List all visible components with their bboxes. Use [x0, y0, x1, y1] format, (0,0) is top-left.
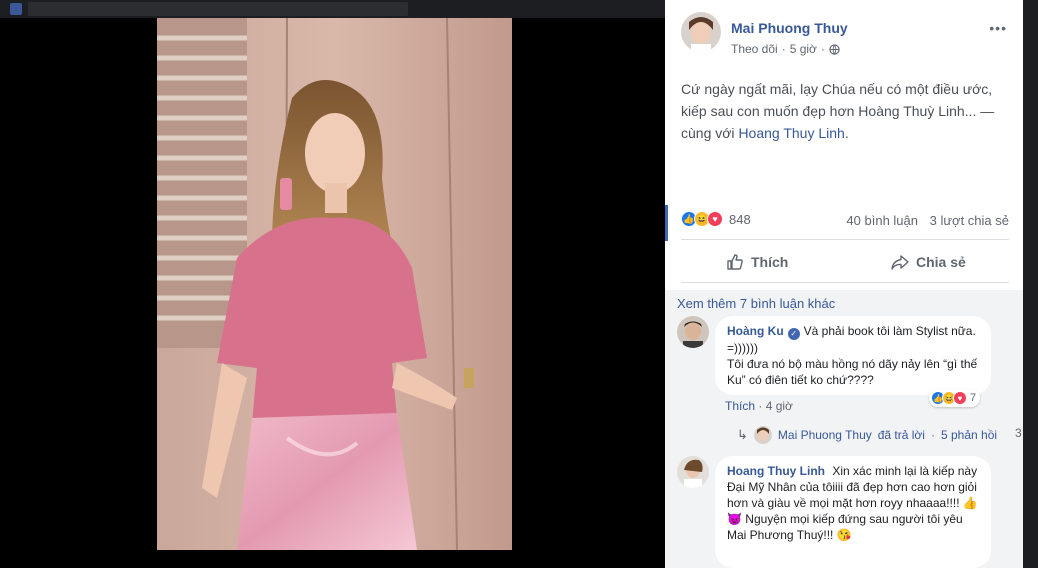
replies-link[interactable]: ↳ Mai Phuong Thuy đã trả lời · 5 phản hồ…: [737, 426, 997, 444]
divider: [681, 239, 1009, 240]
comment-reaction-count: 7: [970, 392, 977, 404]
globe-icon: [829, 43, 840, 55]
comment-bubble: Hoàng Ku ✓ Và phải book tôi làm Stylist nữ…: [715, 316, 991, 395]
engagement-counts: 40 bình luận 3 lượt chia sẻ: [846, 213, 1009, 228]
commenter-name[interactable]: Hoàng Ku: [727, 324, 784, 338]
reply-separator: ·: [930, 428, 935, 442]
share-arrow-icon: [891, 255, 909, 270]
divider: [681, 282, 1009, 283]
commenter-avatar[interactable]: [677, 316, 709, 348]
commenter-name[interactable]: Hoang Thuy Linh: [727, 464, 825, 478]
comment-reactions[interactable]: 👍 😆 ♥ 7: [929, 389, 981, 407]
photo-illustration: [157, 18, 512, 550]
post-detail-panel: Mai Phuong Thuy Theo dõi · 5 giờ · ••• C…: [665, 0, 1023, 568]
action-separator: ·: [758, 399, 766, 413]
view-more-comments-link[interactable]: Xem thêm 7 bình luận khác: [677, 296, 835, 311]
like-label: Thích: [751, 254, 789, 270]
replier-avatar: [753, 426, 772, 444]
love-reaction-icon: ♥: [707, 211, 723, 227]
post-meta: Theo dõi · 5 giờ ·: [731, 42, 840, 56]
verified-badge-icon: ✓: [787, 328, 800, 340]
comment-like-link[interactable]: Thích: [725, 399, 755, 413]
comment-count[interactable]: 40 bình luận: [846, 213, 918, 228]
replier-avatar-image: [753, 426, 772, 444]
commenter-avatar[interactable]: [677, 456, 709, 488]
like-button[interactable]: Thích: [725, 252, 788, 272]
comment-actions: Thích · 4 giờ: [725, 399, 793, 413]
search-input[interactable]: [28, 2, 408, 16]
meta-separator: ·: [820, 42, 825, 56]
scrollbar[interactable]: [1023, 0, 1038, 568]
comment-time[interactable]: 4 giờ: [766, 399, 793, 413]
comment-bubble: Hoang Thuy Linh Xin xác minh lại là kiếp…: [715, 456, 991, 568]
clipped-text: 3: [1015, 426, 1022, 440]
reply-count: 5 phản hồi: [940, 428, 998, 442]
follow-link[interactable]: Theo dõi: [731, 42, 778, 56]
photo-viewer[interactable]: [0, 18, 665, 568]
share-count[interactable]: 3 lượt chia sẻ: [930, 213, 1009, 228]
reply-arrow-icon: ↳: [737, 427, 748, 442]
post-photo[interactable]: [157, 18, 512, 550]
commenter-avatar-image: [677, 456, 709, 488]
more-options-icon[interactable]: •••: [989, 20, 1007, 36]
author-avatar-image: [681, 12, 721, 52]
reaction-summary[interactable]: 👍 😆 ♥ 848: [681, 211, 751, 227]
reaction-count: 848: [729, 211, 751, 227]
post-text: Cứ ngày ngất mãi, lạy Chúa nếu có một đi…: [681, 78, 1011, 144]
replier-name: Mai Phuong Thuy: [777, 428, 872, 442]
reply-action: đã trả lời: [877, 428, 925, 442]
post-time[interactable]: 5 giờ: [790, 42, 817, 56]
post-text-end: .: [844, 125, 849, 141]
author-avatar[interactable]: [681, 12, 721, 52]
focus-accent: [665, 205, 668, 241]
comments-section: Xem thêm 7 bình luận khác Hoàng Ku ✓ Và ph…: [665, 290, 1023, 568]
love-reaction-icon: ♥: [953, 391, 967, 405]
comment-text: Tôi đưa nó bộ màu hồng nó dãy nảy lên “g…: [727, 357, 978, 387]
share-button[interactable]: Chia sẻ: [890, 252, 966, 272]
facebook-logo-icon[interactable]: [10, 3, 22, 15]
commenter-avatar-image: [677, 316, 709, 348]
share-label: Chia sẻ: [916, 254, 966, 270]
tagged-user-link[interactable]: Hoang Thuy Linh: [738, 125, 844, 141]
thumbs-up-icon: [727, 254, 743, 270]
post-author-name[interactable]: Mai Phuong Thuy: [731, 20, 848, 36]
meta-separator: ·: [781, 42, 786, 56]
